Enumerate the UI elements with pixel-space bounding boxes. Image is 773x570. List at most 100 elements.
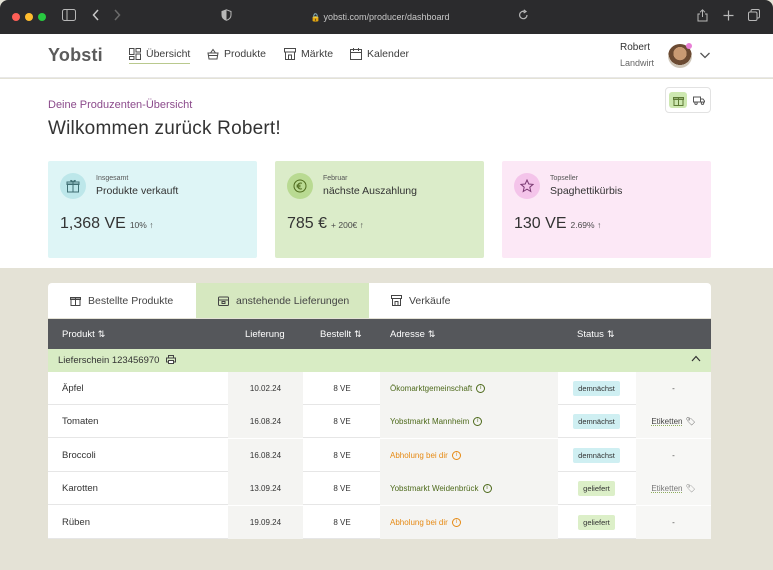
tab-label: Bestellte Produkte [88,294,174,307]
page-subtitle: Deine Produzenten-Übersicht [48,99,193,111]
cell-action: - [636,438,711,472]
view-switch[interactable] [665,87,711,113]
cell-lieferung: 10.02.24 [228,372,303,405]
nav-label: Märkte [301,48,334,60]
nav-item-uebersicht[interactable]: Übersicht [129,48,191,64]
column-label: Produkt [62,329,95,340]
info-icon[interactable]: i [482,484,492,494]
table-row[interactable]: Äpfel 10.02.24 8 VE Ökomarktgemeinschaft i de… [48,372,711,405]
info-icon[interactable]: i [473,417,483,427]
cell-status: demnächst [558,405,635,438]
tab-anstehende-lieferungen[interactable]: anstehende Lieferungen [196,283,369,318]
nav-label: Produkte [224,48,267,60]
sort-icon[interactable]: ⇅ [607,329,615,339]
column-header-produkt[interactable]: Produkt ⇅ [62,329,105,340]
star-icon [514,173,540,199]
cell-action: Etiketten 🏷 [636,472,711,506]
table-row[interactable]: Rüben 19.09.24 8 VE Abholung bei dir i gelief… [48,505,711,539]
column-header-status[interactable]: Status ⇅ [577,329,614,340]
cell-adresse[interactable]: Abholung bei dir i [380,438,558,472]
card-value: 1,368 VE 10% ↑ [60,215,153,233]
delivery-view-toggle[interactable] [690,92,708,108]
card-caption: Topseller [550,175,579,182]
shield-icon[interactable] [221,9,232,25]
address-bar[interactable]: 🔒 yobsti.com/producer/dashboard [280,10,480,25]
card-caption: Insgesamt [96,175,129,182]
print-icon[interactable] [166,355,177,364]
nav-item-maerkte[interactable]: Märkte [284,48,333,60]
delivery-note-group[interactable]: Lieferschein 123456970 [48,349,711,372]
info-icon[interactable]: i [451,517,461,527]
tab-bestellte-produkte[interactable]: Bestellte Produkte [48,283,196,318]
cell-bestellt: 8 VE [333,517,351,527]
table-row[interactable]: Tomaten 16.08.24 8 VE Yobstmarkt Mannheim i d… [48,405,711,439]
sort-icon[interactable]: ⇅ [354,329,362,339]
info-icon[interactable]: i [476,384,486,393]
cell-adresse[interactable]: Yobstmarkt Weidenbrück i [380,472,558,506]
cell-bestellt: 8 VE [333,450,351,460]
card-label: nächste Auszahlung [323,185,417,197]
maximize-window-button[interactable] [38,13,46,21]
close-window-button[interactable] [12,13,20,21]
nav-item-kalender[interactable]: Kalender [350,48,409,60]
card-label: Spaghettikürbis [550,185,623,197]
sort-icon[interactable]: ⇅ [98,329,106,339]
info-icon[interactable]: i [451,450,461,460]
tab-verkaeufe[interactable]: Verkäufe [369,283,509,318]
tab-label: anstehende Lieferungen [236,294,350,307]
share-icon[interactable] [697,9,708,26]
tabs-overview-icon[interactable] [748,9,760,25]
status-badge: demnächst [573,414,620,430]
user-name[interactable]: Robert [620,42,650,53]
card-label: Produkte verkauft [96,185,179,197]
logo[interactable]: Yobsti [48,45,103,66]
cell-adresse[interactable]: Yobstmarkt Mannheim i [380,405,558,439]
card-value: 785 € + 200€ ↑ [287,215,364,233]
labels-link[interactable]: Etiketten [651,484,682,493]
table-row[interactable]: Karotten 13.09.24 8 VE Yobstmarkt Weidenbrü… [48,472,711,506]
collapse-icon[interactable] [691,354,701,365]
sort-icon[interactable]: ⇅ [428,329,436,339]
cell-produkt: Karotten [62,483,98,495]
back-icon[interactable] [92,9,100,25]
cell-adresse[interactable]: Abholung bei dir i [380,505,558,539]
cell-adresse[interactable]: Ökomarktgemeinschaft i [380,372,558,405]
store-icon [284,48,296,60]
package-view-toggle[interactable] [669,92,687,108]
dashboard-icon [129,48,141,60]
cell-action: Etiketten 🏷 [636,405,711,439]
tag-icon: 🏷 [685,484,696,494]
truck-icon [693,96,705,105]
tab-bar: Bestellte Produkte anstehende Lieferunge… [48,283,711,318]
card-value-text: 1,368 VE [60,215,126,232]
address-text: Ökomarktgemeinschaft [390,384,473,393]
column-label: Lieferung [245,329,285,340]
cell-bestellt: 8 VE [333,484,351,494]
new-tab-icon[interactable] [723,9,734,25]
cell-produkt: Tomaten [62,416,99,428]
column-label: Adresse [390,329,425,340]
box-icon [60,173,86,199]
reload-icon[interactable] [518,9,529,25]
store-icon [391,295,402,306]
cell-produkt: Broccoli [62,449,96,461]
gift-icon [672,96,684,106]
url-text: yobsti.com/producer/dashboard [323,12,450,22]
card-delta: 10% ↑ [129,220,154,230]
nav-item-produkte[interactable]: Produkte [207,48,266,60]
card-value-text: 785 € [287,215,328,232]
column-header-adresse[interactable]: Adresse ⇅ [390,329,435,340]
sidebar-icon[interactable] [62,9,76,25]
forward-icon[interactable] [113,9,121,25]
address-text: Abholung bei dir [390,450,448,460]
cell-action: - [636,505,711,539]
card-value-text: 130 VE [514,215,567,232]
no-action: - [672,450,675,460]
chevron-down-icon[interactable] [699,50,711,60]
column-header-bestellt[interactable]: Bestellt ⇅ [320,329,362,340]
minimize-window-button[interactable] [25,13,33,21]
table-row[interactable]: Broccoli 16.08.24 8 VE Abholung bei dir i dem… [48,438,711,472]
no-action: - [672,384,675,393]
labels-link[interactable]: Etiketten [651,417,682,426]
status-badge: demnächst [573,447,620,463]
